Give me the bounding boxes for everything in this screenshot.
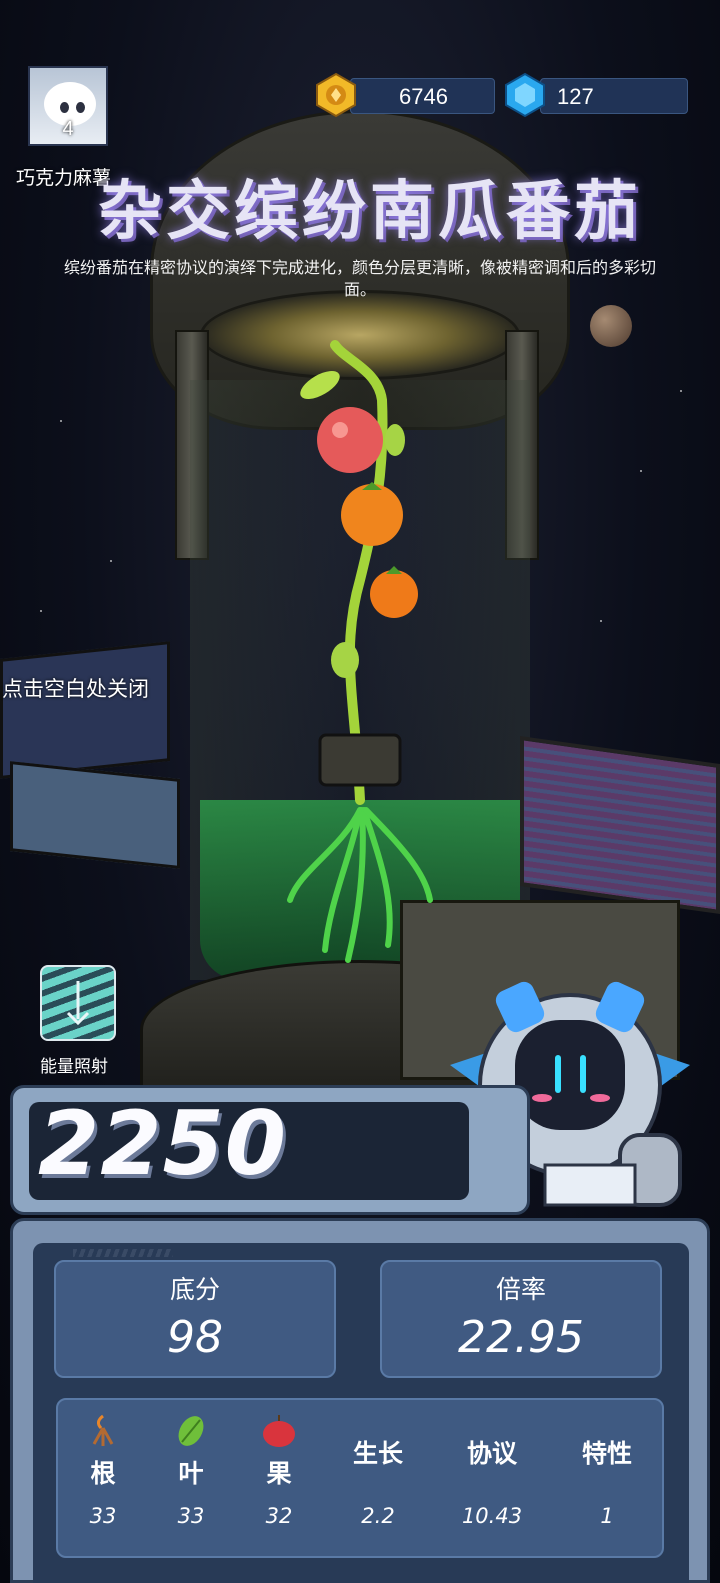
- attribute-protocol-value: 10.43: [461, 1504, 523, 1528]
- energy-beam-icon: [66, 981, 90, 1026]
- gem-counter[interactable]: 127: [540, 78, 688, 114]
- energy-irradiate-button[interactable]: [40, 965, 116, 1041]
- player-level: 4: [62, 118, 74, 140]
- base-score-value: 98: [167, 1312, 223, 1363]
- attribute-root-value: 33: [89, 1504, 117, 1528]
- blue-gem-icon: [505, 72, 545, 118]
- root-icon: [92, 1414, 114, 1446]
- fruit-tomato-red: [317, 407, 383, 473]
- gold-counter[interactable]: 6746: [350, 78, 495, 114]
- energy-label: 能量照射: [40, 1057, 108, 1077]
- plant-roots: [287, 807, 433, 963]
- attribute-table: 根 33 叶 33 果 32 生长 2.2 协议 10.43 特性 1: [56, 1398, 664, 1558]
- fruit-pumpkin-tomato-2: [370, 570, 418, 618]
- gem-value: 127: [557, 84, 594, 109]
- base-score-label: 底分: [169, 1275, 220, 1304]
- plant-title: 杂交缤纷南瓜番茄: [98, 175, 642, 249]
- plant-description: 缤纷番茄在精密协议的演绎下完成进化，颜色分层更清晰，像被精密调和后的多彩切面。: [63, 258, 656, 299]
- multiplier-label: 倍率: [495, 1275, 546, 1304]
- plant-holder: [318, 733, 402, 787]
- attribute-growth-value: 2.2: [361, 1504, 395, 1528]
- game-scene[interactable]: 4 巧克力麻薯 6746 127 杂交缤纷南瓜番茄 缤纷番茄在精密协议的演绎下完…: [0, 0, 720, 1583]
- leaf-upper: [300, 371, 340, 399]
- attribute-fruit-label: 果: [266, 1459, 292, 1488]
- fruit-icon: [263, 1415, 295, 1447]
- attribute-leaf-value: 33: [177, 1504, 205, 1528]
- attribute-trait-label: 特性: [581, 1439, 632, 1468]
- leaf-icon: [178, 1416, 204, 1446]
- fruit-pumpkin-tomato-1: [341, 484, 403, 546]
- base-score-box: 底分 98: [54, 1260, 336, 1378]
- multiplier-box: 倍率 22.95: [380, 1260, 662, 1378]
- gold-value: 6746: [399, 84, 448, 109]
- attribute-protocol-label: 协议: [466, 1439, 517, 1468]
- multiplier-value: 22.95: [458, 1312, 584, 1363]
- attribute-root-label: 根: [90, 1459, 116, 1488]
- attribute-trait-value: 1: [600, 1504, 614, 1528]
- close-hint: 点击空白处关闭: [2, 677, 149, 701]
- player-avatar[interactable]: 4: [28, 66, 108, 146]
- attribute-growth-label: 生长: [352, 1439, 403, 1468]
- attribute-leaf-label: 叶: [178, 1459, 204, 1488]
- leaf-side: [385, 424, 405, 456]
- gold-coin-icon: [316, 72, 356, 118]
- leaf-mid: [331, 642, 359, 678]
- total-score: 2250: [38, 1092, 287, 1195]
- attribute-fruit-value: 32: [265, 1504, 293, 1528]
